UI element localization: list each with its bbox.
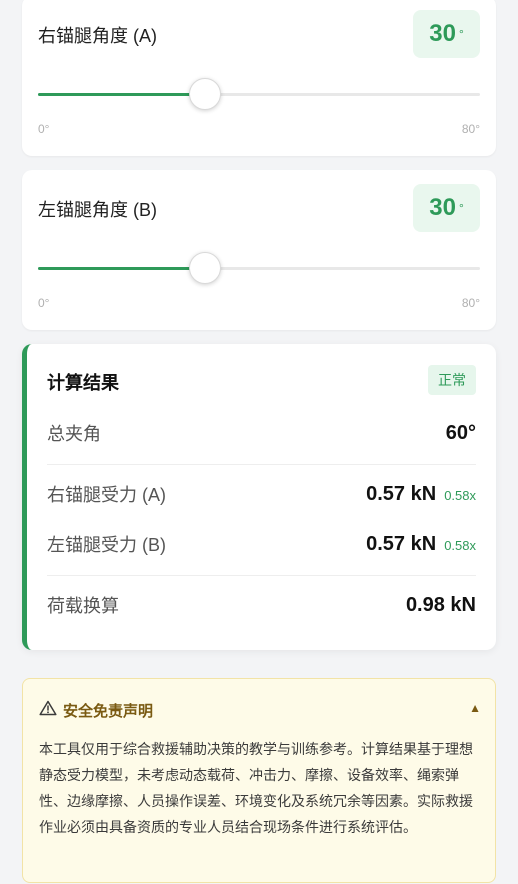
force-b-ratio: 0.58x — [444, 537, 476, 553]
divider — [47, 575, 476, 576]
load-value: 0.98 kN — [405, 593, 476, 616]
total-angle-label: 总夹角 — [47, 424, 101, 444]
degree-unit: ° — [458, 27, 464, 41]
slider-thumb[interactable] — [188, 252, 221, 284]
load-label: 荷载换算 — [47, 596, 119, 616]
right-anchor-angle-value: 30 ° — [413, 10, 480, 58]
degree-unit: ° — [458, 201, 464, 215]
collapse-toggle-icon[interactable]: ▲ — [469, 701, 481, 715]
load-row: 荷载换算 0.98 kN — [47, 590, 476, 620]
disclaimer-title: 安全免责声明 — [63, 703, 154, 720]
slider-fill — [38, 93, 204, 96]
force-b-row: 左锚腿受力 (B) 0.57 kN 0.58x — [47, 529, 476, 559]
force-a-ratio: 0.58x — [444, 487, 476, 503]
force-a-row: 右锚腿受力 (A) 0.57 kN 0.58x — [47, 479, 476, 509]
disclaimer-header[interactable]: 安全免责声明 — [39, 700, 153, 721]
result-title: 计算结果 — [47, 373, 119, 393]
warning-icon — [39, 700, 57, 721]
calculation-result-card: 计算结果 正常 总夹角 60° 右锚腿受力 (A) 0.57 kN 0.58x 左… — [22, 344, 496, 650]
force-a-label: 右锚腿受力 (A) — [47, 485, 166, 505]
right-anchor-angle-card: 右锚腿角度 (A) 30 ° 0° 80° — [22, 0, 496, 156]
total-angle-row: 总夹角 60° — [47, 418, 476, 448]
force-b-value: 0.57 kN — [366, 532, 437, 555]
divider — [47, 464, 476, 465]
left-anchor-angle-title: 左锚腿角度 (B) — [38, 200, 157, 220]
right-anchor-angle-slider[interactable] — [38, 78, 480, 110]
right-anchor-angle-title: 右锚腿角度 (A) — [38, 26, 157, 46]
slider-max-label: 80° — [461, 122, 480, 136]
slider-min-label: 0° — [38, 296, 50, 310]
force-b-label: 左锚腿受力 (B) — [47, 535, 166, 555]
disclaimer-body: 本工具仅用于综合救援辅助决策的教学与训练参考。计算结果基于理想静态受力模型，未考… — [39, 741, 473, 835]
slider-max-label: 80° — [461, 296, 480, 310]
right-anchor-angle-number: 30 — [429, 20, 456, 47]
left-anchor-angle-value: 30 ° — [413, 184, 480, 232]
total-angle-value: 60° — [445, 421, 476, 444]
left-anchor-angle-number: 30 — [429, 194, 456, 221]
slider-fill — [38, 267, 204, 270]
force-a-values: 0.57 kN 0.58x — [366, 483, 476, 506]
safety-disclaimer-panel[interactable]: 安全免责声明 ▲ 本工具仅用于综合救援辅助决策的教学与训练参考。计算结果基于理想… — [22, 678, 496, 883]
left-anchor-angle-card: 左锚腿角度 (B) 30 ° 0° 80° — [22, 170, 496, 330]
force-b-values: 0.57 kN 0.58x — [366, 533, 476, 556]
left-anchor-angle-slider[interactable] — [38, 252, 480, 284]
slider-thumb[interactable] — [188, 78, 221, 110]
status-badge: 正常 — [428, 365, 476, 395]
force-a-value: 0.57 kN — [366, 482, 437, 505]
slider-min-label: 0° — [38, 122, 50, 136]
